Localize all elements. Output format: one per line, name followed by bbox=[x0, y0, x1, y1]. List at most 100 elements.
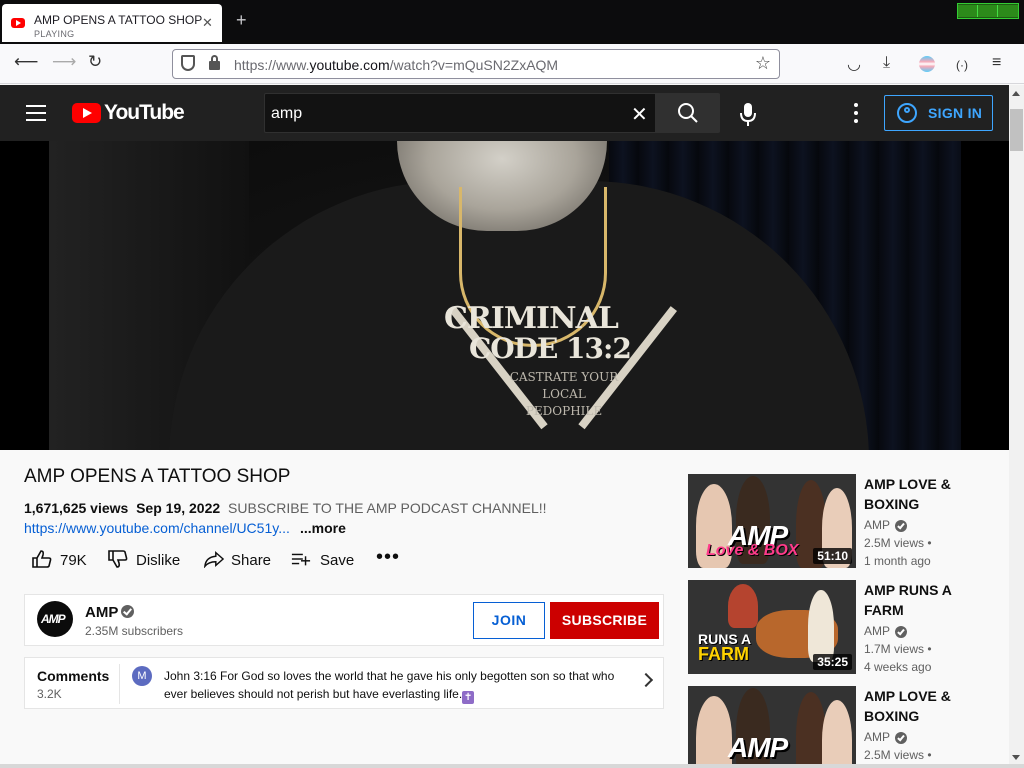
related-views: 2.5M views • bbox=[864, 536, 932, 550]
search-button[interactable] bbox=[656, 93, 720, 133]
related-channel[interactable]: AMP bbox=[864, 730, 890, 744]
url-text[interactable]: https://www.youtube.com/watch?v=mQuSN2Zx… bbox=[234, 57, 558, 73]
pocket-icon[interactable]: ◡ bbox=[847, 54, 861, 74]
related-title[interactable]: AMP LOVE & BOXING bbox=[864, 686, 984, 726]
tab-close-icon[interactable]: ✕ bbox=[202, 15, 213, 31]
related-video[interactable]: RUNS A FARM 35:25 AMP RUNS A FARM AMP 1.7… bbox=[688, 580, 1004, 676]
window-controls[interactable] bbox=[957, 3, 1019, 19]
related-channel[interactable]: AMP bbox=[864, 624, 890, 638]
channel-avatar[interactable]: AMP bbox=[37, 601, 73, 637]
address-bar[interactable]: https://www.youtube.com/watch?v=mQuSN2Zx… bbox=[172, 49, 780, 79]
subscribe-button[interactable]: SUBSCRIBE bbox=[550, 602, 659, 639]
dislike-button[interactable]: Dislike bbox=[108, 548, 188, 572]
hamburger-menu-icon[interactable] bbox=[26, 105, 46, 121]
lock-icon[interactable] bbox=[209, 55, 220, 70]
thumbs-down-icon bbox=[108, 550, 128, 568]
browser-tab[interactable]: AMP OPENS A TATTOO SHOP PLAYING ✕ bbox=[2, 4, 222, 42]
comments-title: Comments bbox=[37, 668, 110, 684]
clear-search-icon[interactable]: ✕ bbox=[631, 102, 648, 127]
comments-count: 3.2K bbox=[37, 687, 62, 701]
shirt-text-line1: CRIMINAL bbox=[444, 301, 619, 336]
video-meta[interactable]: 1,671,625 views Sep 19, 2022 SUBSCRIBE T… bbox=[24, 500, 547, 516]
video-player[interactable]: CRIMINAL CODE 13:2 CASTRATE YOUR LOCAL P… bbox=[0, 141, 1009, 450]
related-title[interactable]: AMP RUNS A FARM bbox=[864, 580, 984, 620]
ellipsis-icon: ••• bbox=[376, 546, 401, 568]
save-button[interactable]: Save bbox=[291, 548, 357, 572]
channel-card: AMP AMP 2.35M subscribers JOIN SUBSCRIBE bbox=[24, 594, 664, 646]
search-icon bbox=[678, 103, 698, 123]
verified-badge-icon bbox=[895, 732, 907, 744]
dislike-label: Dislike bbox=[136, 552, 181, 569]
chevron-right-icon[interactable] bbox=[638, 672, 654, 688]
cross-emoji-icon: ✝ bbox=[462, 691, 475, 704]
related-views: 1.7M views • bbox=[864, 642, 932, 656]
window-bottom-edge bbox=[0, 764, 1024, 768]
commenter-avatar: M bbox=[132, 666, 152, 686]
subscriber-count: 2.35M subscribers bbox=[85, 624, 184, 638]
related-views: 2.5M views • bbox=[864, 748, 932, 762]
new-tab-button[interactable]: + bbox=[236, 10, 247, 31]
share-button[interactable]: Share bbox=[204, 548, 274, 572]
youtube-logo-text[interactable]: YouTube bbox=[104, 101, 185, 125]
reload-icon[interactable]: ↻ bbox=[88, 52, 102, 72]
add-to-playlist-icon bbox=[291, 553, 311, 566]
verified-badge-icon bbox=[895, 626, 907, 638]
related-thumbnail[interactable]: AMP bbox=[688, 686, 856, 764]
scroll-up-icon[interactable] bbox=[1012, 91, 1020, 96]
maximize-icon[interactable] bbox=[978, 5, 998, 17]
like-button[interactable]: 79K bbox=[32, 548, 92, 572]
search-input[interactable] bbox=[271, 102, 611, 126]
video-title: AMP OPENS A TATTOO SHOP bbox=[24, 466, 291, 487]
video-frame[interactable]: CRIMINAL CODE 13:2 CASTRATE YOUR LOCAL P… bbox=[49, 141, 961, 450]
save-label: Save bbox=[320, 552, 355, 569]
share-label: Share bbox=[231, 552, 272, 569]
sign-in-button[interactable]: SIGN IN bbox=[884, 95, 993, 131]
tab-playing-label: PLAYING bbox=[34, 29, 75, 39]
comments-divider bbox=[119, 664, 120, 704]
upload-date: Sep 19, 2022 bbox=[136, 500, 221, 516]
join-button[interactable]: JOIN bbox=[473, 602, 545, 639]
like-count: 79K bbox=[60, 552, 87, 569]
related-age: 4 weeks ago bbox=[864, 660, 932, 674]
bookmark-star-icon[interactable]: ☆ bbox=[755, 53, 771, 74]
related-thumbnail[interactable]: RUNS A FARM 35:25 bbox=[688, 580, 856, 674]
video-duration: 35:25 bbox=[813, 654, 852, 670]
scrollbar-thumb[interactable] bbox=[1010, 109, 1023, 151]
youtube-favicon-icon bbox=[11, 18, 25, 28]
search-box: ✕ bbox=[264, 93, 656, 133]
related-channel[interactable]: AMP bbox=[864, 518, 890, 532]
close-window-icon[interactable] bbox=[998, 5, 1018, 17]
top-comment: John 3:16 For God so loves the world tha… bbox=[164, 669, 615, 704]
view-count: 1,671,625 views bbox=[24, 500, 129, 516]
related-title[interactable]: AMP LOVE & BOXING bbox=[864, 474, 984, 514]
account-icon bbox=[897, 103, 917, 123]
share-arrow-icon bbox=[204, 551, 224, 568]
channel-name[interactable]: AMP bbox=[85, 604, 118, 621]
youtube-logo-icon[interactable] bbox=[72, 103, 101, 123]
extension-icon[interactable]: (·) bbox=[956, 58, 968, 72]
more-button[interactable]: ...more bbox=[300, 520, 346, 536]
thumbs-up-icon bbox=[32, 550, 52, 568]
scroll-down-icon[interactable] bbox=[1012, 755, 1020, 760]
verified-badge-icon bbox=[121, 605, 134, 618]
tab-title: AMP OPENS A TATTOO SHOP bbox=[34, 13, 203, 27]
app-menu-icon[interactable]: ≡ bbox=[992, 54, 1001, 72]
description-link[interactable]: https://www.youtube.com/channel/UC51y... bbox=[24, 520, 290, 536]
related-video[interactable]: AMP AMP LOVE & BOXING AMP 2.5M views • bbox=[688, 686, 1004, 764]
download-icon[interactable]: ⤓ bbox=[883, 54, 890, 72]
related-video[interactable]: AMP Love & BOX 51:10 AMP LOVE & BOXING A… bbox=[688, 474, 1004, 570]
tracking-shield-icon[interactable] bbox=[181, 55, 195, 71]
forward-arrow-icon[interactable]: ⟶ bbox=[52, 52, 76, 72]
profile-avatar-icon[interactable] bbox=[919, 56, 935, 72]
page-scrollbar[interactable] bbox=[1009, 85, 1024, 768]
verified-badge-icon bbox=[895, 520, 907, 532]
browser-tab-strip: AMP OPENS A TATTOO SHOP PLAYING ✕ + bbox=[0, 0, 1024, 44]
back-arrow-icon[interactable]: ⟵ bbox=[14, 52, 38, 72]
microphone-icon[interactable] bbox=[738, 101, 758, 127]
more-actions-button[interactable]: ••• bbox=[376, 546, 401, 572]
more-options-icon[interactable] bbox=[852, 103, 860, 123]
comments-section[interactable]: Comments 3.2K M John 3:16 For God so lov… bbox=[24, 657, 664, 709]
description-snippet: SUBSCRIBE TO THE AMP PODCAST CHANNEL!! bbox=[228, 500, 547, 516]
related-thumbnail[interactable]: AMP Love & BOX 51:10 bbox=[688, 474, 856, 568]
minimize-icon[interactable] bbox=[958, 5, 978, 17]
